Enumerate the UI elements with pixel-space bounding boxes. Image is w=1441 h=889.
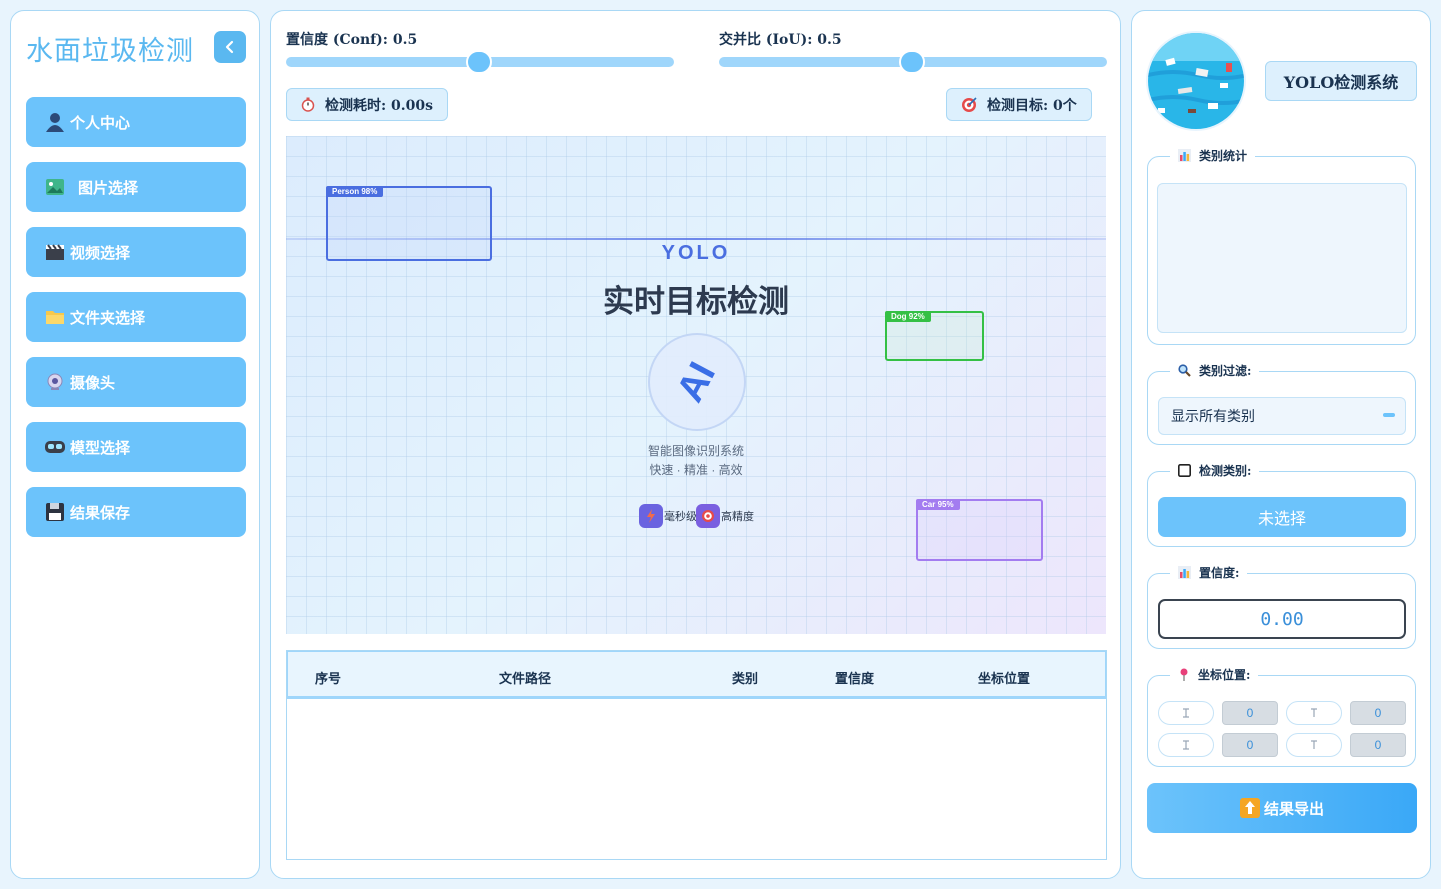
bar-chart-icon [1178,149,1191,162]
table-header: 序号 文件路径 类别 置信度 坐标位置 [287,651,1106,699]
class-filter-select[interactable]: 显示所有类别 [1158,397,1406,435]
chevron-left-icon [225,40,234,54]
dropdown-icon [1383,413,1395,417]
target-icon [961,96,977,113]
results-table: 序号 文件路径 类别 置信度 坐标位置 [286,650,1107,860]
ymax-label-chip [1286,733,1342,757]
nav-image-select[interactable]: 图片选择 [26,162,246,212]
detect-class-select-button[interactable]: 未选择 [1158,497,1406,537]
detect-target-box: 检测目标: 0个 [946,88,1092,121]
main-panel: 置信度 (Conf): 0.5 交并比 (IoU): 0.5 检测耗时: 0.0… [270,10,1121,879]
coordinates-group: 坐标位置: 0 0 0 0 [1147,666,1416,767]
nav-label: 视频选择 [70,243,131,262]
class-filter-group: 类别过滤: 显示所有类别 [1147,362,1416,445]
ymin-label-chip [1286,701,1342,725]
ymax-value: 0 [1350,733,1406,757]
bar-chart-icon [1178,566,1191,579]
confidence-value: 0.00 [1158,599,1406,639]
detect-target-text: 检测目标: 0个 [987,97,1077,114]
group-label: 类别统计 [1170,147,1256,164]
viewer-tagline: 快速 · 精准 · 高效 [649,463,743,477]
floppy-disk-icon [44,501,66,523]
pushpin-icon [1178,668,1190,682]
system-title: YOLO检测系统 [1265,61,1417,101]
group-label: 检测类别: [1170,462,1260,479]
stopwatch-icon [301,97,315,112]
nav-label: 模型选择 [70,438,131,457]
x-axis-icon [1183,740,1189,750]
vr-headset-icon [44,436,66,458]
column-header-index[interactable]: 序号 [315,668,341,687]
folder-icon [44,306,66,328]
nav-label: 文件夹选择 [70,308,146,327]
checkbox-icon [1178,464,1191,477]
feature-label: 毫秒级 [664,511,697,523]
left-sidebar: 水面垃圾检测 个人中心 图片选择 视频选择 文件夹选择 摄像头 模型选择 结果保… [10,10,260,879]
nav-label: 个人中心 [70,113,131,132]
group-label: 坐标位置: [1170,666,1259,683]
y-axis-icon [1311,740,1317,749]
nav-folder-select[interactable]: 文件夹选择 [26,292,246,342]
x-axis-icon [1183,708,1189,718]
collapse-sidebar-button[interactable] [214,31,246,63]
webcam-icon [44,371,66,393]
viewer-heading-cn: 实时目标检测 [603,284,789,319]
nav-video-select[interactable]: 视频选择 [26,227,246,277]
column-header-class[interactable]: 类别 [732,668,758,687]
iou-slider-thumb[interactable] [899,50,925,74]
app-title: 水面垃圾检测 [26,36,194,67]
feature-millisecond: 毫秒级 [639,504,697,528]
y-axis-icon [1311,708,1317,717]
xmax-label-chip [1158,733,1214,757]
iou-slider-label: 交并比 (IoU): 0.5 [719,32,842,48]
export-results-button[interactable]: 结果导出 [1147,783,1417,833]
class-stats-area [1157,183,1407,333]
conf-slider-thumb[interactable] [466,50,492,74]
upload-arrow-icon [1239,798,1260,818]
class-stats-group: 类别统计 [1147,147,1416,345]
nav-label: 图片选择 [78,178,139,197]
detect-time-box: 检测耗时: 0.00s [286,88,449,121]
nav-camera[interactable]: 摄像头 [26,357,246,407]
nav-personal-center[interactable]: 个人中心 [26,97,246,147]
image-viewer[interactable]: Person 98% Dog 92% Car 95% YOLO 实时目标检测 A… [286,136,1106,634]
viewer-heading-en: YOLO [661,242,731,264]
magnifier-icon [1178,364,1191,377]
right-panel: YOLO检测系统 类别统计 类别过滤: 显示所有类别 检测类别: 未选择 置信度… [1131,10,1431,879]
lightning-icon [639,504,663,528]
detect-time-text: 检测耗时: 0.00s [325,97,434,114]
viewer-subtitle: 智能图像识别系统 [647,444,744,458]
image-icon [44,176,66,198]
target-icon [696,504,720,528]
avatar [1146,31,1246,131]
column-header-confidence[interactable]: 置信度 [835,668,874,687]
nav-save-result[interactable]: 结果保存 [26,487,246,537]
detection-box-car: Car 95% [916,499,1043,561]
group-label: 类别过滤: [1170,362,1260,379]
nav-label: 摄像头 [70,373,116,392]
xmax-value: 0 [1222,733,1278,757]
detection-tag: Person 98% [326,186,384,197]
nav-label: 结果保存 [70,503,131,522]
xmin-label-chip [1158,701,1214,725]
xmin-value: 0 [1222,701,1278,725]
user-icon [44,111,66,133]
group-label: 置信度: [1170,564,1248,581]
detect-class-group: 检测类别: 未选择 [1147,462,1416,547]
column-header-coordinates[interactable]: 坐标位置 [978,668,1030,687]
column-header-file-path[interactable]: 文件路径 [499,668,551,687]
clapperboard-icon [44,241,66,263]
feature-label: 高精度 [721,511,754,523]
confidence-group: 置信度: 0.00 [1147,564,1416,649]
ymin-value: 0 [1350,701,1406,725]
ai-text: AI [669,355,725,409]
conf-slider-label: 置信度 (Conf): 0.5 [286,32,418,48]
detection-tag: Car 95% [916,499,960,510]
feature-precision: 高精度 [696,504,754,528]
ai-badge: AI [648,333,746,431]
nav-model-select[interactable]: 模型选择 [26,422,246,472]
